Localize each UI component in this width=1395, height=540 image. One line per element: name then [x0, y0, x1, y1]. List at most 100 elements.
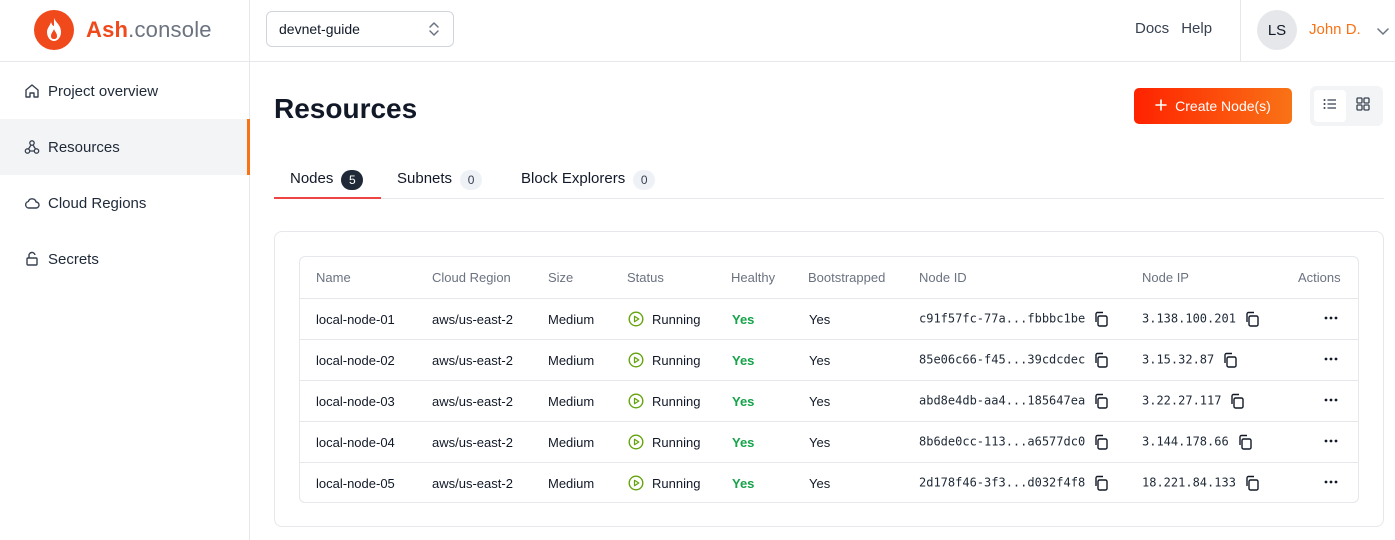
tab-subnets[interactable]: Subnets 0 [397, 166, 483, 199]
cell-node-ip: 18.221.84.133 [1142, 475, 1260, 491]
status-text: Running [652, 393, 701, 409]
nodes-table: Name Cloud Region Size Status Healthy Bo… [299, 256, 1359, 503]
cell-status: Running [628, 393, 700, 409]
cell-name: local-node-04 [316, 435, 395, 450]
cell-status: Running [628, 311, 700, 327]
avatar[interactable]: LS [1257, 10, 1297, 50]
webhook-icon [24, 139, 40, 155]
chevron-up-down-icon [427, 21, 441, 40]
cell-status: Running [628, 352, 700, 368]
sidebar-item-cloud-regions[interactable]: Cloud Regions [0, 175, 250, 231]
copy-icon[interactable] [1093, 393, 1109, 409]
cell-size: Medium [548, 394, 595, 409]
play-circle-icon [628, 311, 644, 327]
project-select-value: devnet-guide [279, 21, 360, 37]
cell-bootstrapped: Yes [809, 353, 831, 368]
copy-icon[interactable] [1093, 475, 1109, 491]
copy-icon[interactable] [1093, 311, 1109, 327]
play-circle-icon [628, 352, 644, 368]
flame-logo-icon [34, 10, 74, 50]
list-view-button[interactable] [1314, 90, 1346, 122]
node-id-text: c91f57fc-77a...fbbbc1be [919, 311, 1086, 326]
more-actions-icon[interactable] [1324, 311, 1338, 330]
copy-icon[interactable] [1244, 311, 1260, 327]
node-ip-text: 3.138.100.201 [1142, 311, 1236, 326]
home-icon [24, 83, 40, 99]
header-divider [249, 0, 250, 62]
cell-region: aws/us-east-2 [432, 394, 513, 409]
sidebar-item-label: Resources [48, 138, 120, 156]
copy-icon[interactable] [1237, 434, 1253, 450]
cell-size: Medium [548, 476, 595, 491]
copy-icon[interactable] [1093, 434, 1109, 450]
cell-name: local-node-02 [316, 353, 395, 368]
cell-healthy: Yes [732, 353, 755, 368]
sidebar-item-project-overview[interactable]: Project overview [0, 63, 250, 119]
grid-icon [1356, 96, 1370, 116]
brand-logo[interactable]: Ash.console [34, 10, 212, 50]
cloud-icon [24, 195, 40, 211]
create-node-label: Create Node(s) [1175, 98, 1271, 114]
node-ip-text: 3.22.27.117 [1142, 393, 1222, 408]
sidebar-item-secrets[interactable]: Secrets [0, 231, 250, 287]
cell-node-ip: 3.144.178.66 [1142, 434, 1253, 450]
table-row: local-node-05 aws/us-east-2 Medium Runni… [300, 462, 1358, 502]
table-row: local-node-04 aws/us-east-2 Medium Runni… [300, 421, 1358, 462]
sidebar-item-resources[interactable]: Resources [0, 119, 250, 175]
lock-icon [24, 251, 40, 267]
table-row: local-node-01 aws/us-east-2 Medium Runni… [300, 298, 1358, 339]
cell-bootstrapped: Yes [809, 476, 831, 491]
status-text: Running [652, 475, 701, 491]
cell-node-ip: 3.15.32.87 [1142, 352, 1238, 368]
view-toggle [1310, 86, 1383, 126]
column-header-name: Name [316, 270, 351, 285]
chevron-down-icon[interactable] [1377, 23, 1389, 41]
sidebar: Project overview Resources Cloud Regions… [0, 62, 250, 540]
tab-nodes[interactable]: Nodes 5 [274, 166, 381, 199]
cell-bootstrapped: Yes [809, 312, 831, 327]
tab-count-badge: 0 [633, 170, 656, 190]
cell-size: Medium [548, 353, 595, 368]
cell-healthy: Yes [732, 435, 755, 450]
node-id-text: 2d178f46-3f3...d032f4f8 [919, 475, 1086, 490]
cell-node-id: 8b6de0cc-113...a6577dc0 [919, 434, 1109, 450]
copy-icon[interactable] [1244, 475, 1260, 491]
nodes-card: Name Cloud Region Size Status Healthy Bo… [274, 231, 1384, 527]
cell-name: local-node-05 [316, 476, 395, 491]
cell-name: local-node-03 [316, 394, 395, 409]
cell-status: Running [628, 434, 700, 450]
more-actions-icon[interactable] [1324, 393, 1338, 412]
copy-icon[interactable] [1229, 393, 1245, 409]
user-name[interactable]: John D. [1309, 21, 1361, 38]
cell-bootstrapped: Yes [809, 394, 831, 409]
more-actions-icon[interactable] [1324, 434, 1338, 453]
brand-name-main: Ash [86, 17, 129, 42]
table-row: local-node-02 aws/us-east-2 Medium Runni… [300, 339, 1358, 380]
node-id-text: 8b6de0cc-113...a6577dc0 [919, 434, 1086, 449]
status-text: Running [652, 352, 701, 368]
column-header-cloud-region: Cloud Region [432, 270, 511, 285]
play-circle-icon [628, 475, 644, 491]
help-link[interactable]: Help [1181, 20, 1212, 37]
project-select[interactable]: devnet-guide [266, 11, 454, 47]
copy-icon[interactable] [1093, 352, 1109, 368]
cell-node-id: c91f57fc-77a...fbbbc1be [919, 311, 1109, 327]
docs-link[interactable]: Docs [1135, 20, 1169, 37]
cell-node-ip: 3.22.27.117 [1142, 393, 1245, 409]
top-header: Ash.console devnet-guide Docs Help LS Jo… [0, 0, 1395, 62]
more-actions-icon[interactable] [1324, 475, 1338, 494]
more-actions-icon[interactable] [1324, 352, 1338, 371]
cell-region: aws/us-east-2 [432, 435, 513, 450]
tab-block-explorers[interactable]: Block Explorers 0 [521, 166, 656, 199]
cell-healthy: Yes [732, 476, 755, 491]
cell-node-id: abd8e4db-aa4...185647ea [919, 393, 1109, 409]
node-ip-text: 18.221.84.133 [1142, 475, 1236, 490]
tab-label: Subnets [397, 170, 453, 187]
cell-healthy: Yes [732, 394, 755, 409]
column-header-bootstrapped: Bootstrapped [808, 270, 886, 285]
grid-view-button[interactable] [1348, 90, 1380, 122]
copy-icon[interactable] [1222, 352, 1238, 368]
create-node-button[interactable]: Create Node(s) [1134, 88, 1292, 124]
cell-size: Medium [548, 312, 595, 327]
column-header-status: Status [627, 270, 664, 285]
